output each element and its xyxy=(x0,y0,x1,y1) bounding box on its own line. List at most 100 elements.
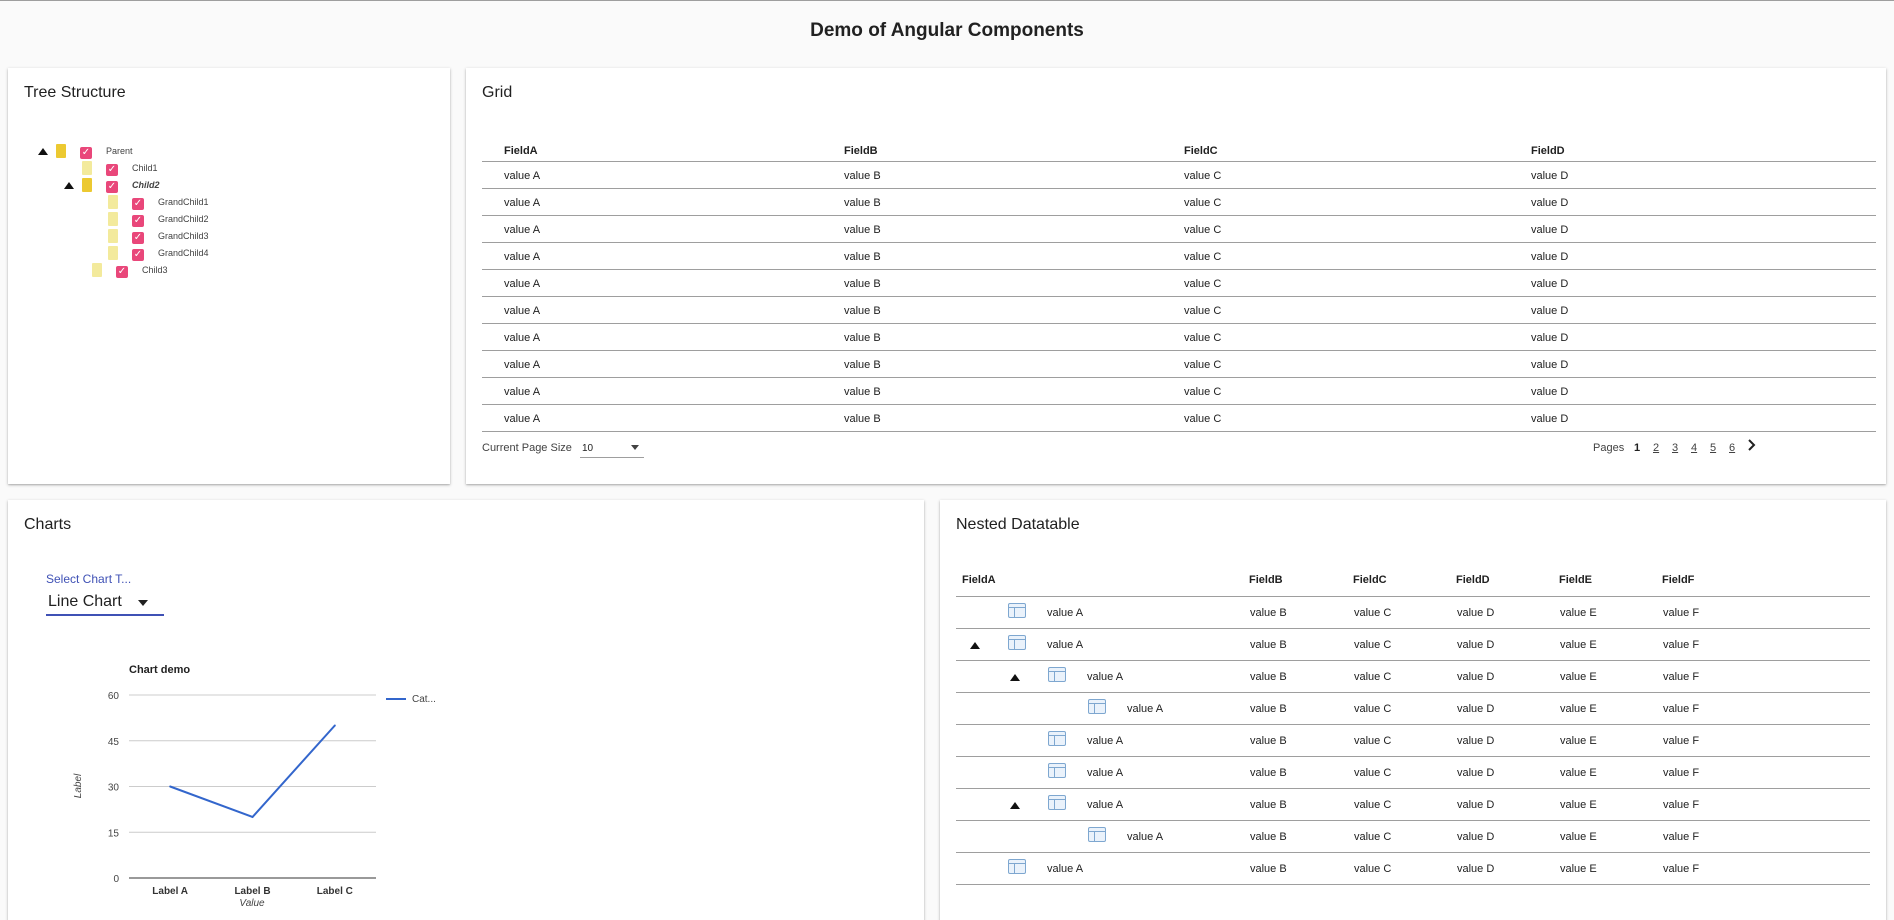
tree-node[interactable]: ✓ Parent xyxy=(8,144,428,161)
table-cell: value A xyxy=(504,386,541,398)
table-cell: value D xyxy=(1457,831,1495,843)
column-header[interactable]: FieldE xyxy=(1559,574,1592,586)
table-cell: value C xyxy=(1354,703,1392,715)
folder-icon xyxy=(82,178,92,192)
table-cell: value A xyxy=(504,359,541,371)
tree-node[interactable]: ✓ Child1 xyxy=(8,161,428,178)
table-cell: value A xyxy=(1127,703,1164,715)
y-tick-label: 15 xyxy=(108,828,120,839)
pages-label: Pages xyxy=(1593,442,1625,454)
nested-table-row[interactable]: value A value B value C value D value E value… xyxy=(956,597,1870,629)
table-cell: value C xyxy=(1354,799,1392,811)
chart-type-select[interactable]: Line Chart xyxy=(46,588,164,616)
checkbox[interactable]: ✓ xyxy=(132,198,144,210)
nested-table-row[interactable]: value A value B value C value D value E value… xyxy=(956,693,1870,725)
nested-table-row[interactable]: value A value B value C value D value E value… xyxy=(956,725,1870,757)
table-cell: value D xyxy=(1531,251,1569,263)
table-cell: value A xyxy=(504,224,541,236)
tree-structure-card: Tree Structure ✓ Parent ✓ Child1 ✓ Child2 ✓ Gra… xyxy=(8,68,450,484)
table-row[interactable]: value A value B value C value D xyxy=(482,270,1876,297)
column-header[interactable]: FieldC xyxy=(1353,574,1387,586)
page-link[interactable]: 4 xyxy=(1691,442,1697,454)
table-row[interactable]: value A value B value C value D xyxy=(482,216,1876,243)
table-row[interactable]: value A value B value C value D xyxy=(482,405,1876,432)
column-header[interactable]: FieldC xyxy=(1184,145,1218,157)
table-cell: value B xyxy=(844,170,881,182)
expand-triangle-icon[interactable] xyxy=(970,642,980,649)
column-header[interactable]: FieldB xyxy=(1249,574,1283,586)
next-page-icon[interactable] xyxy=(1747,438,1757,452)
table-cell: value C xyxy=(1354,639,1392,651)
table-cell: value C xyxy=(1184,224,1222,236)
page-link[interactable]: 2 xyxy=(1653,442,1659,454)
table-cell: value A xyxy=(504,413,541,425)
table-cell: value B xyxy=(1250,671,1287,683)
nested-table-row[interactable]: value A value B value C value D value E value… xyxy=(956,853,1870,885)
table-cell: value B xyxy=(844,332,881,344)
checkbox[interactable]: ✓ xyxy=(80,147,92,159)
tree-node[interactable]: ✓ Child3 xyxy=(8,263,428,280)
expand-triangle-icon[interactable] xyxy=(38,148,48,155)
table-cell: value C xyxy=(1184,170,1222,182)
page-link[interactable]: 5 xyxy=(1710,442,1716,454)
nested-table-row[interactable]: value A value B value C value D value E value… xyxy=(956,821,1870,853)
table-row[interactable]: value A value B value C value D xyxy=(482,378,1876,405)
checkbox[interactable]: ✓ xyxy=(106,181,118,193)
table-cell: value C xyxy=(1354,607,1392,619)
tree-node-label: Child3 xyxy=(142,265,168,275)
table-icon xyxy=(1088,699,1106,714)
table-cell: value A xyxy=(1047,607,1084,619)
table-row[interactable]: value A value B value C value D xyxy=(482,243,1876,270)
tree-node[interactable]: ✓ GrandChild4 xyxy=(8,246,428,263)
table-row[interactable]: value A value B value C value D xyxy=(482,297,1876,324)
table-row[interactable]: value A value B value C value D xyxy=(482,162,1876,189)
page-link[interactable]: 1 xyxy=(1634,442,1640,454)
tree-node[interactable]: ✓ Child2 xyxy=(8,178,428,195)
grid-card: Grid FieldA FieldB FieldC FieldD value Avalu… xyxy=(466,68,1886,484)
folder-icon xyxy=(108,229,118,243)
checkbox[interactable]: ✓ xyxy=(106,164,118,176)
line-chart: Chart demo 0 15 30 45 60 Label A Label B Label C… xyxy=(73,664,436,909)
grid-card-title: Grid xyxy=(482,84,513,101)
table-row[interactable]: value A value B value C value D xyxy=(482,351,1876,378)
folder-icon xyxy=(108,195,118,209)
tree-node[interactable]: ✓ GrandChild1 xyxy=(8,195,428,212)
expand-triangle-icon[interactable] xyxy=(1010,674,1020,681)
table-cell: value D xyxy=(1457,703,1495,715)
column-header[interactable]: FieldA xyxy=(962,574,996,586)
column-header[interactable]: FieldB xyxy=(844,145,878,157)
nested-table-row[interactable]: value A value B value C value D value E value… xyxy=(956,757,1870,789)
page-link[interactable]: 6 xyxy=(1729,442,1735,454)
table-cell: value A xyxy=(1127,831,1164,843)
table-cell: value B xyxy=(844,305,881,317)
tree-node[interactable]: ✓ GrandChild3 xyxy=(8,229,428,246)
table-cell: value C xyxy=(1354,767,1392,779)
expand-triangle-icon[interactable] xyxy=(1010,802,1020,809)
tree-node-label: GrandChild1 xyxy=(158,197,209,207)
checkbox[interactable]: ✓ xyxy=(132,249,144,261)
table-row[interactable]: value A value B value C value D xyxy=(482,189,1876,216)
column-header[interactable]: FieldD xyxy=(1531,145,1565,157)
table-row[interactable]: value A value B value C value D xyxy=(482,324,1876,351)
nested-table-row[interactable]: value A value B value C value D value E value… xyxy=(956,629,1870,661)
y-tick-label: 0 xyxy=(113,874,119,885)
nested-table-row[interactable]: value A value B value C value D value E value… xyxy=(956,789,1870,821)
column-header[interactable]: FieldD xyxy=(1456,574,1490,586)
column-header[interactable]: FieldF xyxy=(1662,574,1694,586)
table-cell: value E xyxy=(1560,767,1597,779)
tree-node[interactable]: ✓ GrandChild2 xyxy=(8,212,428,229)
page-size-select[interactable]: 10 xyxy=(580,436,644,458)
table-icon xyxy=(1048,795,1066,810)
table-cell: value B xyxy=(1250,767,1287,779)
table-cell: value C xyxy=(1184,305,1222,317)
x-tick-label: Label C xyxy=(317,886,353,897)
checkbox[interactable]: ✓ xyxy=(132,232,144,244)
page-link[interactable]: 3 xyxy=(1672,442,1678,454)
table-cell: value F xyxy=(1663,767,1700,779)
charts-card-title: Charts xyxy=(24,516,72,533)
nested-table-row[interactable]: value A value B value C value D value E value… xyxy=(956,661,1870,693)
expand-triangle-icon[interactable] xyxy=(64,182,74,189)
checkbox[interactable]: ✓ xyxy=(116,266,128,278)
column-header[interactable]: FieldA xyxy=(504,145,538,157)
checkbox[interactable]: ✓ xyxy=(132,215,144,227)
